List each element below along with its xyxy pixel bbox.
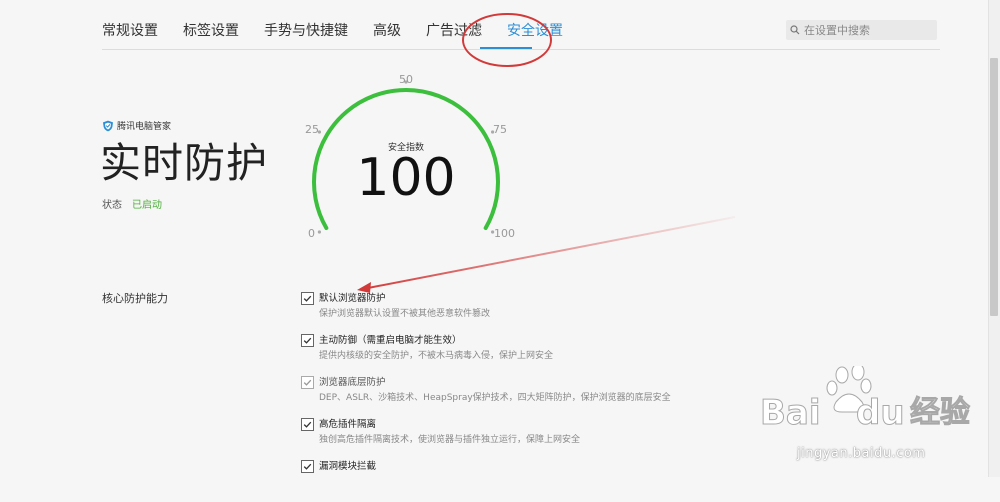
tab-gestures-shortcuts[interactable]: 手势与快捷键 — [264, 18, 348, 48]
gauge-label-75: 75 — [493, 123, 507, 136]
option-default-browser: 默认浏览器防护 保护浏览器默认设置不被其他恶意软件篡改 — [301, 292, 901, 334]
check-icon — [303, 421, 312, 428]
svg-text:du: du — [856, 393, 905, 433]
protection-status: 状态 已启动 — [102, 196, 162, 211]
page-title: 实时防护 — [100, 139, 268, 187]
checkbox[interactable] — [301, 460, 314, 473]
scrollbar-thumb[interactable] — [990, 58, 998, 316]
option-title: 浏览器底层防护 — [319, 377, 386, 388]
section-title: 核心防护能力 — [102, 292, 168, 305]
tab-tabs[interactable]: 标签设置 — [183, 18, 239, 48]
tab-advanced[interactable]: 高级 — [373, 18, 401, 48]
option-title: 主动防御（需重启电脑才能生效） — [319, 335, 462, 346]
search-icon — [786, 20, 804, 40]
check-icon — [303, 463, 312, 470]
check-icon — [303, 379, 312, 386]
watermark-url: jingyan.baidu.com — [797, 446, 926, 461]
svg-text:经验: 经验 — [910, 395, 970, 430]
settings-search[interactable] — [786, 20, 937, 40]
svg-text:Bai: Bai — [760, 393, 821, 433]
gauge-tick-0 — [317, 230, 321, 234]
status-label: 状态 — [102, 200, 122, 211]
shield-icon — [103, 120, 113, 131]
brand-text: 腾讯电脑管家 — [117, 122, 172, 132]
check-icon — [303, 295, 312, 302]
option-description: DEP、ASLR、沙箱技术、HeapSpray保护技术，四大矩阵防护，保护浏览器… — [319, 393, 671, 403]
gauge-label-50: 50 — [399, 73, 413, 86]
option-vuln-module-block: 漏洞模块拦截 — [301, 460, 901, 502]
gauge-label-25: 25 — [305, 123, 319, 136]
gauge-label-0: 0 — [308, 227, 315, 240]
checkbox[interactable] — [301, 292, 314, 305]
option-description: 保护浏览器默认设置不被其他恶意软件篡改 — [319, 309, 491, 319]
status-badge: 已启动 — [132, 200, 162, 211]
annotation-circle — [462, 13, 552, 67]
search-input[interactable] — [804, 23, 932, 37]
checkbox — [301, 376, 314, 389]
checkbox[interactable] — [301, 334, 314, 347]
tab-general[interactable]: 常规设置 — [102, 18, 158, 48]
checkbox[interactable] — [301, 418, 314, 431]
option-description: 独创高危插件隔离技术，使浏览器与插件独立运行，保障上网安全 — [319, 435, 581, 445]
option-title: 漏洞模块拦截 — [319, 461, 377, 472]
security-gauge: 0 25 50 75 100 安全指数 100 — [300, 70, 530, 250]
option-title: 高危插件隔离 — [319, 419, 377, 430]
option-title: 默认浏览器防护 — [319, 293, 386, 304]
option-description: 提供内核级的安全防护，不被木马病毒入侵，保护上网安全 — [319, 351, 554, 361]
check-icon — [303, 337, 312, 344]
brand-label: 腾讯电脑管家 — [102, 119, 171, 132]
gauge-label-100: 100 — [494, 227, 515, 240]
settings-page: 常规设置 标签设置 手势与快捷键 高级 广告过滤 安全设置 腾讯电脑管家 实时防… — [0, 0, 1000, 477]
security-score: 100 — [356, 148, 456, 208]
